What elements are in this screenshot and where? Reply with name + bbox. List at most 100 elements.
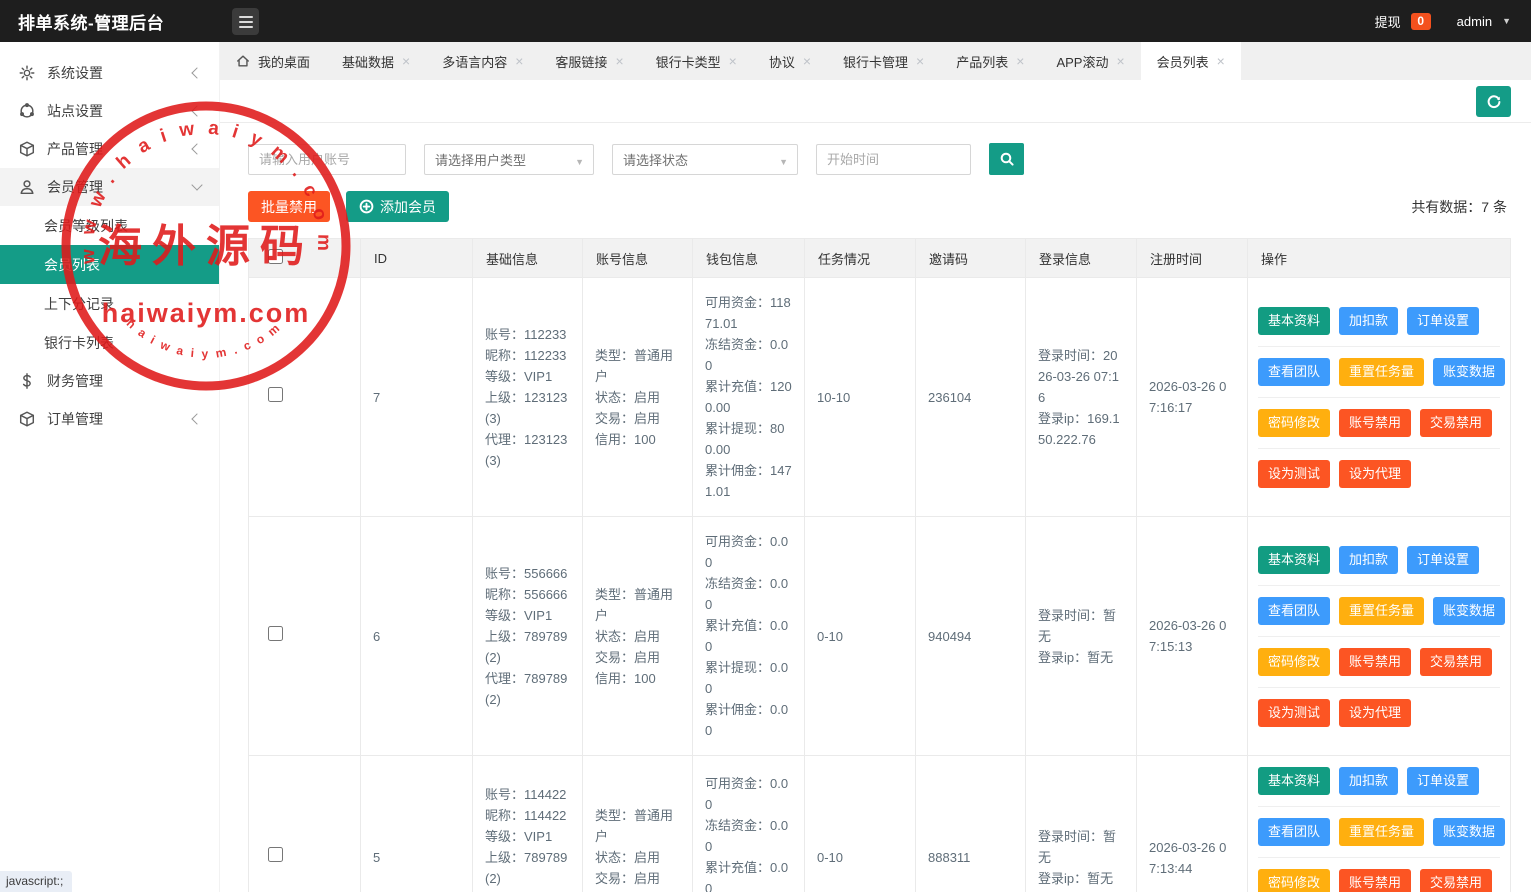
sidebar-item-finance-management[interactable]: 财务管理	[0, 362, 219, 400]
close-icon[interactable]: ×	[729, 54, 737, 68]
start-time-input[interactable]	[816, 144, 971, 175]
close-icon[interactable]: ×	[1016, 54, 1024, 68]
add-deduct-button[interactable]: 加扣款	[1339, 307, 1398, 335]
tab-multilanguage[interactable]: 多语言内容×	[426, 42, 539, 80]
sidebar-item-site-settings[interactable]: 站点设置	[0, 92, 219, 130]
reset-task-button[interactable]: 重置任务量	[1339, 597, 1424, 625]
row-checkbox[interactable]	[268, 387, 283, 402]
user-menu[interactable]: admin	[1457, 14, 1492, 29]
reset-task-button[interactable]: 重置任务量	[1339, 358, 1424, 386]
change-password-button[interactable]: 密码修改	[1258, 409, 1330, 437]
view-team-button[interactable]: 查看团队	[1258, 818, 1330, 846]
cell-register-time: 2026-03-26 07:15:13	[1137, 517, 1248, 756]
cube-icon	[18, 140, 36, 158]
action-toolbar: 批量禁用 添加会员 共有数据：7 条	[248, 191, 1511, 222]
add-deduct-button[interactable]: 加扣款	[1339, 546, 1398, 574]
close-icon[interactable]: ×	[916, 54, 924, 68]
tab-bankcard-type[interactable]: 银行卡类型×	[640, 42, 753, 80]
row-checkbox[interactable]	[268, 626, 283, 641]
cell-actions: 基本资料 加扣款 订单设置 查看团队 重置任务量 账变数据 密码修改 账号禁用 …	[1248, 517, 1511, 756]
close-icon[interactable]: ×	[803, 54, 811, 68]
order-settings-button[interactable]: 订单设置	[1407, 767, 1479, 795]
balance-data-button[interactable]: 账变数据	[1433, 818, 1505, 846]
sidebar-item-member-list[interactable]: 会员列表	[0, 245, 219, 284]
cell-id: 7	[361, 278, 473, 517]
change-password-button[interactable]: 密码修改	[1258, 648, 1330, 676]
disable-account-button[interactable]: 账号禁用	[1339, 869, 1411, 892]
balance-data-button[interactable]: 账变数据	[1433, 597, 1505, 625]
sidebar-toggle-button[interactable]	[232, 8, 259, 35]
tab-agreement[interactable]: 协议×	[753, 42, 827, 80]
sidebar-item-member-level-list[interactable]: 会员等级列表	[0, 206, 219, 245]
change-password-button[interactable]: 密码修改	[1258, 869, 1330, 892]
reset-task-button[interactable]: 重置任务量	[1339, 818, 1424, 846]
sidebar-item-product-management[interactable]: 产品管理	[0, 130, 219, 168]
basic-profile-button[interactable]: 基本资料	[1258, 767, 1330, 795]
status-select[interactable]: 请选择状态 ▼	[612, 144, 798, 175]
order-settings-button[interactable]: 订单设置	[1407, 546, 1479, 574]
account-search-input[interactable]	[248, 144, 406, 175]
tab-member-list[interactable]: 会员列表×	[1141, 42, 1241, 80]
set-agent-button[interactable]: 设为代理	[1339, 699, 1411, 727]
column-header-invite: 邀请码	[916, 239, 1026, 278]
refresh-button[interactable]	[1476, 86, 1511, 117]
sidebar-item-bankcard-list[interactable]: 银行卡列表	[0, 323, 219, 362]
disable-trade-button[interactable]: 交易禁用	[1420, 869, 1492, 892]
sidebar-item-score-records[interactable]: 上下分记录	[0, 284, 219, 323]
site-icon	[18, 102, 36, 120]
cell-account-info: 类型：普通用户 状态：启用 交易：启用 信用：100	[583, 517, 693, 756]
cell-wallet-info: 可用资金：11871.01 冻结资金：0.00 累计充值：1200.00 累计提…	[693, 278, 805, 517]
disable-trade-button[interactable]: 交易禁用	[1420, 648, 1492, 676]
disable-account-button[interactable]: 账号禁用	[1339, 648, 1411, 676]
close-icon[interactable]: ×	[515, 54, 523, 68]
close-icon[interactable]: ×	[1116, 54, 1124, 68]
set-agent-button[interactable]: 设为代理	[1339, 460, 1411, 488]
set-test-button[interactable]: 设为测试	[1258, 460, 1330, 488]
select-all-checkbox[interactable]	[268, 249, 283, 264]
cell-actions: 基本资料 加扣款 订单设置 查看团队 重置任务量 账变数据 密码修改 账号禁用 …	[1248, 756, 1511, 892]
close-icon[interactable]: ×	[1217, 54, 1225, 68]
table-header-row: ID 基础信息 账号信息 钱包信息 任务情况 邀请码 登录信息 注册时间 操作	[249, 239, 1511, 278]
withdraw-link[interactable]: 提现	[1375, 12, 1401, 31]
user-type-select[interactable]: 请选择用户类型 ▼	[424, 144, 594, 175]
cell-wallet-info: 可用资金：0.00 冻结资金：0.00 累计充值：0.00 累计提现：0.00 …	[693, 517, 805, 756]
browser-status-text: javascript:;	[0, 871, 72, 892]
cell-id: 5	[361, 756, 473, 892]
view-team-button[interactable]: 查看团队	[1258, 358, 1330, 386]
search-button[interactable]	[989, 143, 1024, 175]
column-header-wallet: 钱包信息	[693, 239, 805, 278]
batch-disable-button[interactable]: 批量禁用	[248, 191, 330, 222]
tab-service-link[interactable]: 客服链接×	[539, 42, 639, 80]
basic-profile-button[interactable]: 基本资料	[1258, 546, 1330, 574]
tab-home[interactable]: 我的桌面	[220, 42, 326, 80]
disable-account-button[interactable]: 账号禁用	[1339, 409, 1411, 437]
row-checkbox[interactable]	[268, 847, 283, 862]
app-title: 排单系统-管理后台	[18, 9, 164, 34]
sidebar-item-member-management[interactable]: 会员管理	[0, 168, 219, 206]
tab-app-scroll[interactable]: APP滚动×	[1040, 42, 1140, 80]
tab-basic-data[interactable]: 基础数据×	[326, 42, 426, 80]
balance-data-button[interactable]: 账变数据	[1433, 358, 1505, 386]
close-icon[interactable]: ×	[615, 54, 623, 68]
cell-invite-code: 236104	[916, 278, 1026, 517]
chevron-down-icon: ▼	[575, 157, 584, 167]
sidebar-item-system-settings[interactable]: 系统设置	[0, 54, 219, 92]
add-member-button[interactable]: 添加会员	[346, 191, 449, 222]
disable-trade-button[interactable]: 交易禁用	[1420, 409, 1492, 437]
cell-wallet-info: 可用资金：0.00 冻结资金：0.00 累计充值：0.00 累计提现：0.00	[693, 756, 805, 892]
withdraw-count-badge: 0	[1411, 13, 1431, 30]
tab-bankcard-management[interactable]: 银行卡管理×	[827, 42, 940, 80]
basic-profile-button[interactable]: 基本资料	[1258, 307, 1330, 335]
cell-register-time: 2026-03-26 07:16:17	[1137, 278, 1248, 517]
view-team-button[interactable]: 查看团队	[1258, 597, 1330, 625]
close-icon[interactable]: ×	[402, 54, 410, 68]
sidebar-item-order-management[interactable]: 订单管理	[0, 400, 219, 438]
cube-icon	[18, 410, 36, 428]
table-row: 5 账号：114422 昵称：114422 等级：VIP1 上级：789789 …	[249, 756, 1511, 892]
cell-basic-info: 账号：114422 昵称：114422 等级：VIP1 上级：789789 (2…	[473, 756, 583, 892]
tab-product-list[interactable]: 产品列表×	[940, 42, 1040, 80]
add-deduct-button[interactable]: 加扣款	[1339, 767, 1398, 795]
column-header-account: 账号信息	[583, 239, 693, 278]
set-test-button[interactable]: 设为测试	[1258, 699, 1330, 727]
order-settings-button[interactable]: 订单设置	[1407, 307, 1479, 335]
